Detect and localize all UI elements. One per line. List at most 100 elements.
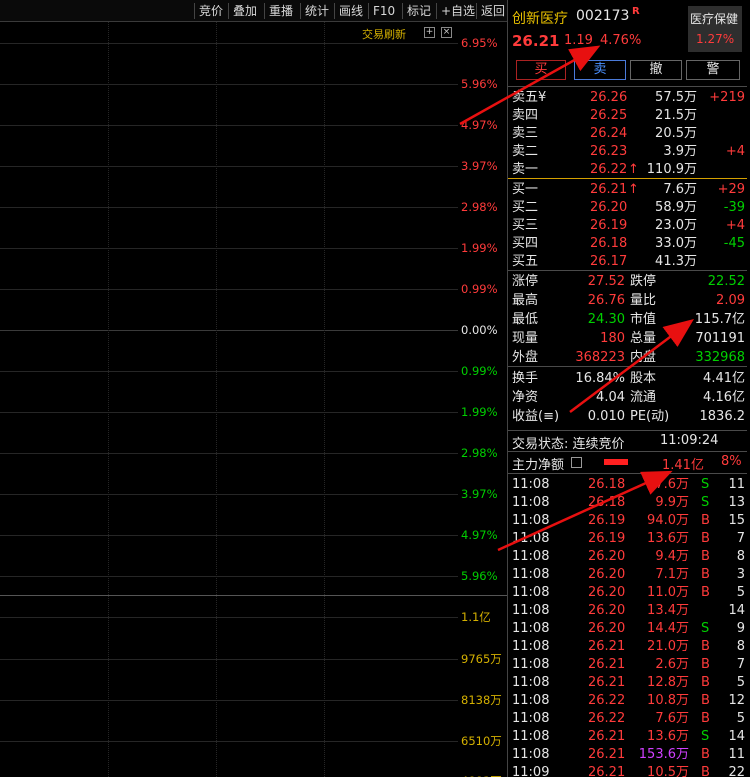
tick-price: 26.22 (588, 711, 626, 726)
toolbar-button-5[interactable]: F10 (368, 3, 399, 19)
bid-row[interactable]: 买二 26.20 58.9万 -39 (508, 199, 747, 217)
toolbar-button-2[interactable]: 重播 (264, 3, 297, 19)
tick-volume: 9.4万 (655, 549, 689, 564)
trade-refresh-label[interactable]: 交易刷新 (362, 26, 406, 42)
tick-price: 26.20 (588, 567, 626, 582)
sector-box[interactable]: 医疗保健 1.27% (688, 6, 742, 52)
bid-row[interactable]: 买一 26.21 ↑ 7.6万 +29 (508, 181, 747, 199)
sector-change: 1.27% (696, 32, 735, 46)
price-pct-label: 3.97% (461, 159, 498, 173)
tick-row[interactable]: 11:08 26.22 10.8万 B 12 (508, 692, 747, 710)
ask-row[interactable]: 卖一 26.22 ↑ 110.9万 (508, 161, 747, 179)
ask-row[interactable]: 卖五 ¥26.26 57.5万 +219 (508, 89, 747, 107)
ask-row[interactable]: 卖三 26.24 20.5万 (508, 125, 747, 143)
volume-label: 6510万 (461, 734, 502, 748)
bid-row[interactable]: 买四 26.18 33.0万 -45 (508, 235, 747, 253)
grid-line (0, 535, 458, 536)
stat-value: 2.09 (716, 293, 745, 308)
toolbar-button-7[interactable]: +自选 (436, 3, 479, 19)
stat-row: 净资 4.04 流通 4.16亿 (508, 389, 747, 407)
tick-time: 11:08 (512, 657, 550, 672)
tick-row[interactable]: 11:08 26.22 7.6万 B 5 (508, 710, 747, 728)
tick-row[interactable]: 11:08 26.21 2.6万 B 7 (508, 656, 747, 674)
tick-row[interactable]: 11:08 26.20 14.4万 S 9 (508, 620, 747, 638)
last-price: 26.21 (512, 32, 560, 50)
ask-row[interactable]: 卖四 26.25 21.5万 (508, 107, 747, 125)
cancel-order-button[interactable]: 撤 (630, 60, 682, 80)
tick-time: 11:08 (512, 729, 550, 744)
bid-row[interactable]: 买三 26.19 23.0万 +4 (508, 217, 747, 235)
bid-price: 26.18 (590, 236, 628, 251)
stat-value: 27.52 (587, 274, 625, 289)
bid-delta: -39 (723, 200, 745, 215)
tick-row[interactable]: 11:08 26.20 7.1万 B 3 (508, 566, 747, 584)
intraday-chart[interactable]: 交易刷新 + × 6.95% 5.96% 4.97% 3.97% 2.98% 1.99% 0… (0, 22, 507, 777)
tick-count: 11 (728, 747, 745, 762)
grid-line (0, 43, 458, 44)
tick-row[interactable]: 11:09 26.21 10.5万 B 22 (508, 764, 747, 777)
tick-time: 11:08 (512, 495, 550, 510)
toolbar-button-0[interactable]: 竞价 (194, 3, 227, 19)
tick-time: 11:08 (512, 477, 550, 492)
tick-price: 26.18 (588, 477, 626, 492)
tick-volume: 94.0万 (647, 513, 689, 528)
close-icon[interactable]: × (441, 27, 452, 38)
tick-time: 11:08 (512, 693, 550, 708)
ask-price: 26.23 (590, 144, 628, 159)
add-icon[interactable]: + (424, 27, 435, 38)
tick-count: 14 (728, 603, 745, 618)
bid-volume: 23.0万 (655, 218, 697, 233)
tick-row[interactable]: 11:08 26.20 11.0万 B 5 (508, 584, 747, 602)
tick-row[interactable]: 11:08 26.19 94.0万 B 15 (508, 512, 747, 530)
stat-label: 市值 (630, 312, 657, 327)
bid-row[interactable]: 买五 26.17 41.3万 (508, 253, 747, 271)
toolbar-button-4[interactable]: 画线 (334, 3, 367, 19)
tick-row[interactable]: 11:08 26.21 12.8万 B 5 (508, 674, 747, 692)
tick-side: B (701, 765, 710, 777)
grid-line (0, 741, 458, 742)
stat-value: 4.16亿 (703, 390, 745, 405)
tick-volume: 153.6万 (638, 747, 689, 762)
tick-row[interactable]: 11:08 26.20 13.4万 14 (508, 602, 747, 620)
tick-row[interactable]: 11:08 26.21 13.6万 S 14 (508, 728, 747, 746)
bid-price: 26.20 (590, 200, 628, 215)
volume-separator (0, 595, 507, 596)
tick-count: 14 (728, 729, 745, 744)
toolbar-button-6[interactable]: 标记 (402, 3, 435, 19)
stock-name: 创新医疗 (512, 11, 568, 27)
toolbar-button-3[interactable]: 统计 (300, 3, 333, 19)
grid-line (0, 84, 458, 85)
alert-button[interactable]: 警 (686, 60, 740, 80)
tick-volume: 21.0万 (647, 639, 689, 654)
tick-row[interactable]: 11:08 26.20 9.4万 B 8 (508, 548, 747, 566)
price-pct-label: 4.97% (461, 118, 498, 132)
tick-count: 7 (736, 657, 745, 672)
ask-label: 卖四 (512, 108, 539, 123)
buy-button[interactable]: 买 (516, 60, 566, 80)
tick-side: B (701, 693, 710, 708)
status-time: 11:09:24 (660, 433, 719, 448)
grid-line (0, 330, 458, 331)
toolbar-button-8[interactable]: 返回 (476, 3, 509, 19)
grid-vline (108, 22, 109, 777)
tick-time: 11:08 (512, 747, 550, 762)
tick-row[interactable]: 11:08 26.21 21.0万 B 8 (508, 638, 747, 656)
volume-label: 1.1亿 (461, 610, 491, 624)
tick-count: 7 (736, 531, 745, 546)
grid-line (0, 453, 458, 454)
tick-row[interactable]: 11:08 26.18 7.6万 S 11 (508, 476, 747, 494)
ask-row[interactable]: 卖二 26.23 3.9万 +4 (508, 143, 747, 161)
tick-row[interactable]: 11:08 26.19 13.6万 B 7 (508, 530, 747, 548)
stat-row: 换手 16.84% 股本 4.41亿 (508, 370, 747, 388)
tick-count: 5 (736, 711, 745, 726)
tick-row[interactable]: 11:08 26.21 153.6万 B 11 (508, 746, 747, 764)
grid-line (0, 412, 458, 413)
tick-count: 12 (728, 693, 745, 708)
tick-time: 11:08 (512, 639, 550, 654)
sector-name: 医疗保健 (690, 12, 739, 26)
tick-row[interactable]: 11:08 26.18 9.9万 S 13 (508, 494, 747, 512)
tick-time: 11:08 (512, 531, 550, 546)
list-icon[interactable] (571, 457, 582, 468)
sell-button[interactable]: 卖 (574, 60, 626, 80)
toolbar-button-1[interactable]: 叠加 (228, 3, 261, 19)
